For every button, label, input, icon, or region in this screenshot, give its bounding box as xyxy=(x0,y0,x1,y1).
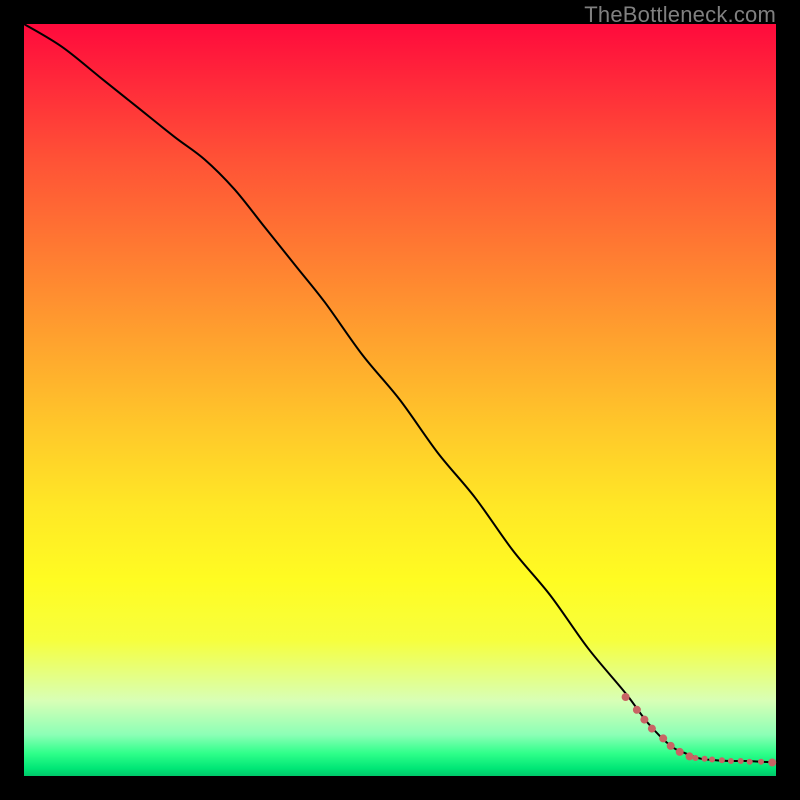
scatter-dot xyxy=(719,757,725,763)
bottleneck-curve xyxy=(24,24,776,763)
scatter-dot xyxy=(622,693,630,701)
scatter-dot xyxy=(686,752,694,760)
watermark-text: TheBottleneck.com xyxy=(584,2,776,28)
scatter-dot xyxy=(693,755,699,761)
plot-area xyxy=(24,24,776,776)
scatter-dot xyxy=(648,725,656,733)
scatter-dot xyxy=(768,759,776,767)
scatter-dot xyxy=(747,759,753,765)
scatter-dot xyxy=(702,756,708,762)
scatter-dot xyxy=(728,758,734,764)
scatter-dot xyxy=(758,759,764,765)
chart-frame: TheBottleneck.com xyxy=(0,0,800,800)
scatter-dot xyxy=(633,706,641,714)
scatter-dot xyxy=(659,734,667,742)
scatter-dot xyxy=(738,758,744,764)
chart-svg xyxy=(24,24,776,776)
scatter-dot xyxy=(676,748,684,756)
scatter-dot xyxy=(709,757,715,763)
scatter-dot xyxy=(640,716,648,724)
scatter-dot xyxy=(667,742,675,750)
scatter-dots xyxy=(622,693,777,767)
